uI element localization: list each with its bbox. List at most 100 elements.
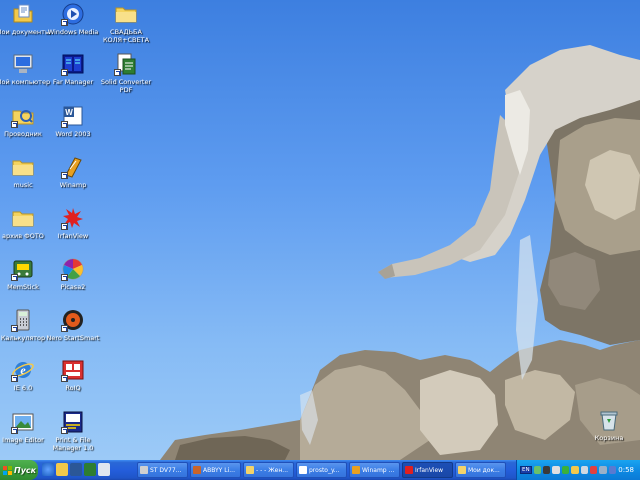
- memstick-icon: [11, 257, 35, 281]
- shortcut-arrow-icon: [61, 325, 68, 332]
- shortcut-arrow-icon: [114, 69, 121, 76]
- task-label: IrfanView: [415, 466, 444, 474]
- recycle-bin-icon: [597, 408, 621, 432]
- task-label: prosto_y...: [309, 466, 340, 474]
- explorer-icon: [11, 104, 35, 128]
- volume-icon[interactable]: [552, 466, 560, 474]
- shortcut-arrow-icon: [11, 375, 18, 382]
- roiq-shortcut[interactable]: RoIQ: [42, 358, 104, 392]
- windows-logo-icon: [3, 465, 12, 475]
- ie-icon: e: [11, 358, 35, 382]
- folder-icon: [11, 155, 35, 179]
- language-indicator[interactable]: EN: [520, 466, 532, 474]
- clock[interactable]: 0:58: [618, 466, 634, 474]
- task-button[interactable]: Winamp ...: [349, 462, 400, 478]
- shortcut-arrow-icon: [61, 427, 68, 434]
- folder-icon: [246, 466, 254, 474]
- solid-converter-icon: [114, 52, 138, 76]
- svg-text:W: W: [65, 108, 73, 117]
- shortcut-arrow-icon: [11, 274, 18, 281]
- print-file-manager-icon: [61, 410, 85, 434]
- picasa-icon: [61, 257, 85, 281]
- irfanview-icon: [61, 206, 85, 230]
- system-tray: EN 0:58: [516, 460, 640, 480]
- shortcut-arrow-icon: [11, 121, 18, 128]
- task-button[interactable]: ABBYY Li...: [190, 462, 241, 478]
- shortcut-arrow-icon: [61, 69, 68, 76]
- messenger-icon[interactable]: [561, 466, 570, 474]
- icon-label: RoIQ: [65, 384, 81, 392]
- task-button[interactable]: prosto_y...: [296, 462, 347, 478]
- folder-icon: [11, 206, 35, 230]
- shortcut-arrow-icon: [61, 121, 68, 128]
- shortcut-arrow-icon: [61, 223, 68, 230]
- outlook-icon[interactable]: [56, 463, 68, 476]
- solid-converter-shortcut[interactable]: Solid Converter PDF: [95, 52, 157, 94]
- winamp-icon: [61, 155, 85, 179]
- word-icon[interactable]: [70, 463, 82, 476]
- task-label: Winamp ...: [362, 466, 395, 474]
- shortcut-arrow-icon: [61, 375, 68, 382]
- icon-label: Solid Converter PDF: [100, 78, 152, 94]
- task-button[interactable]: Мои док...: [455, 462, 506, 478]
- wedding-folder[interactable]: СВАДЬБА КОЛЯ+СВЕТА: [95, 2, 157, 44]
- icon-label: Nero StartSmart: [46, 334, 100, 342]
- winamp-icon: [352, 466, 360, 474]
- icon-label: Word 2003: [55, 130, 91, 138]
- quick-launch-bar: [42, 463, 110, 477]
- task-label: ABBYY Li...: [203, 466, 235, 474]
- nero-icon: [61, 308, 85, 332]
- shortcut-arrow-icon: [61, 19, 68, 26]
- hardware-icon[interactable]: [599, 466, 607, 474]
- show-desktop-icon[interactable]: [98, 463, 110, 476]
- task-label: - - - Жен...: [256, 466, 289, 474]
- task-button-active[interactable]: IrfanView: [402, 462, 453, 478]
- display-icon[interactable]: [608, 466, 617, 474]
- icon-label: Print & File Manager 1.0: [52, 436, 94, 452]
- print-file-manager-shortcut[interactable]: Print & File Manager 1.0: [42, 410, 104, 452]
- taskbar: Пуск ST DV77... ABBYY Li... - - - Жен...…: [0, 460, 640, 480]
- start-label: Пуск: [14, 465, 37, 475]
- icon-label: Корзина: [594, 434, 624, 442]
- network-icon[interactable]: [533, 466, 541, 474]
- my-computer-icon: [11, 52, 35, 76]
- irfanview-icon: [405, 466, 413, 474]
- folder-icon: [114, 2, 138, 26]
- image-editor-icon: [11, 410, 35, 434]
- shortcut-arrow-icon: [11, 325, 18, 332]
- update-icon[interactable]: [571, 466, 579, 474]
- winamp-shortcut[interactable]: Winamp: [42, 155, 104, 189]
- icon-label: Picasa2: [60, 283, 86, 291]
- task-label: Мои док...: [468, 466, 500, 474]
- folder-icon: [458, 466, 466, 474]
- recycle-bin[interactable]: Корзина: [578, 408, 640, 442]
- shield-icon[interactable]: [590, 466, 598, 474]
- abbyy-icon: [193, 466, 201, 474]
- icon-label: Winamp: [59, 181, 87, 189]
- icon-label: IrfanView: [57, 232, 89, 240]
- start-button[interactable]: Пуск: [0, 460, 38, 480]
- far-manager-icon: [61, 52, 85, 76]
- shortcut-arrow-icon: [11, 427, 18, 434]
- shortcut-arrow-icon: [61, 172, 68, 179]
- ie-icon[interactable]: [42, 463, 54, 476]
- picasa-shortcut[interactable]: Picasa2: [42, 257, 104, 291]
- speaker-icon[interactable]: [580, 466, 589, 474]
- word-icon: W: [61, 104, 85, 128]
- task-buttons: ST DV77... ABBYY Li... - - - Жен... pros…: [137, 462, 506, 478]
- antivirus-icon[interactable]: [543, 466, 551, 474]
- desktop[interactable]: Мои документы Windows Media СВАДЬБА КОЛЯ…: [0, 0, 640, 460]
- windows-media-icon: [61, 2, 85, 26]
- task-label: ST DV77...: [150, 466, 182, 474]
- irfanview-shortcut[interactable]: IrfanView: [42, 206, 104, 240]
- icon-label: СВАДЬБА КОЛЯ+СВЕТА: [102, 28, 150, 44]
- task-button[interactable]: - - - Жен...: [243, 462, 294, 478]
- word-shortcut[interactable]: W Word 2003: [42, 104, 104, 138]
- nero-shortcut[interactable]: Nero StartSmart: [42, 308, 104, 342]
- task-button[interactable]: ST DV77...: [137, 462, 188, 478]
- document-icon: [299, 466, 307, 474]
- shortcut-arrow-icon: [61, 274, 68, 281]
- excel-icon[interactable]: [84, 463, 96, 476]
- roiq-icon: [61, 358, 85, 382]
- app-icon: [140, 466, 148, 474]
